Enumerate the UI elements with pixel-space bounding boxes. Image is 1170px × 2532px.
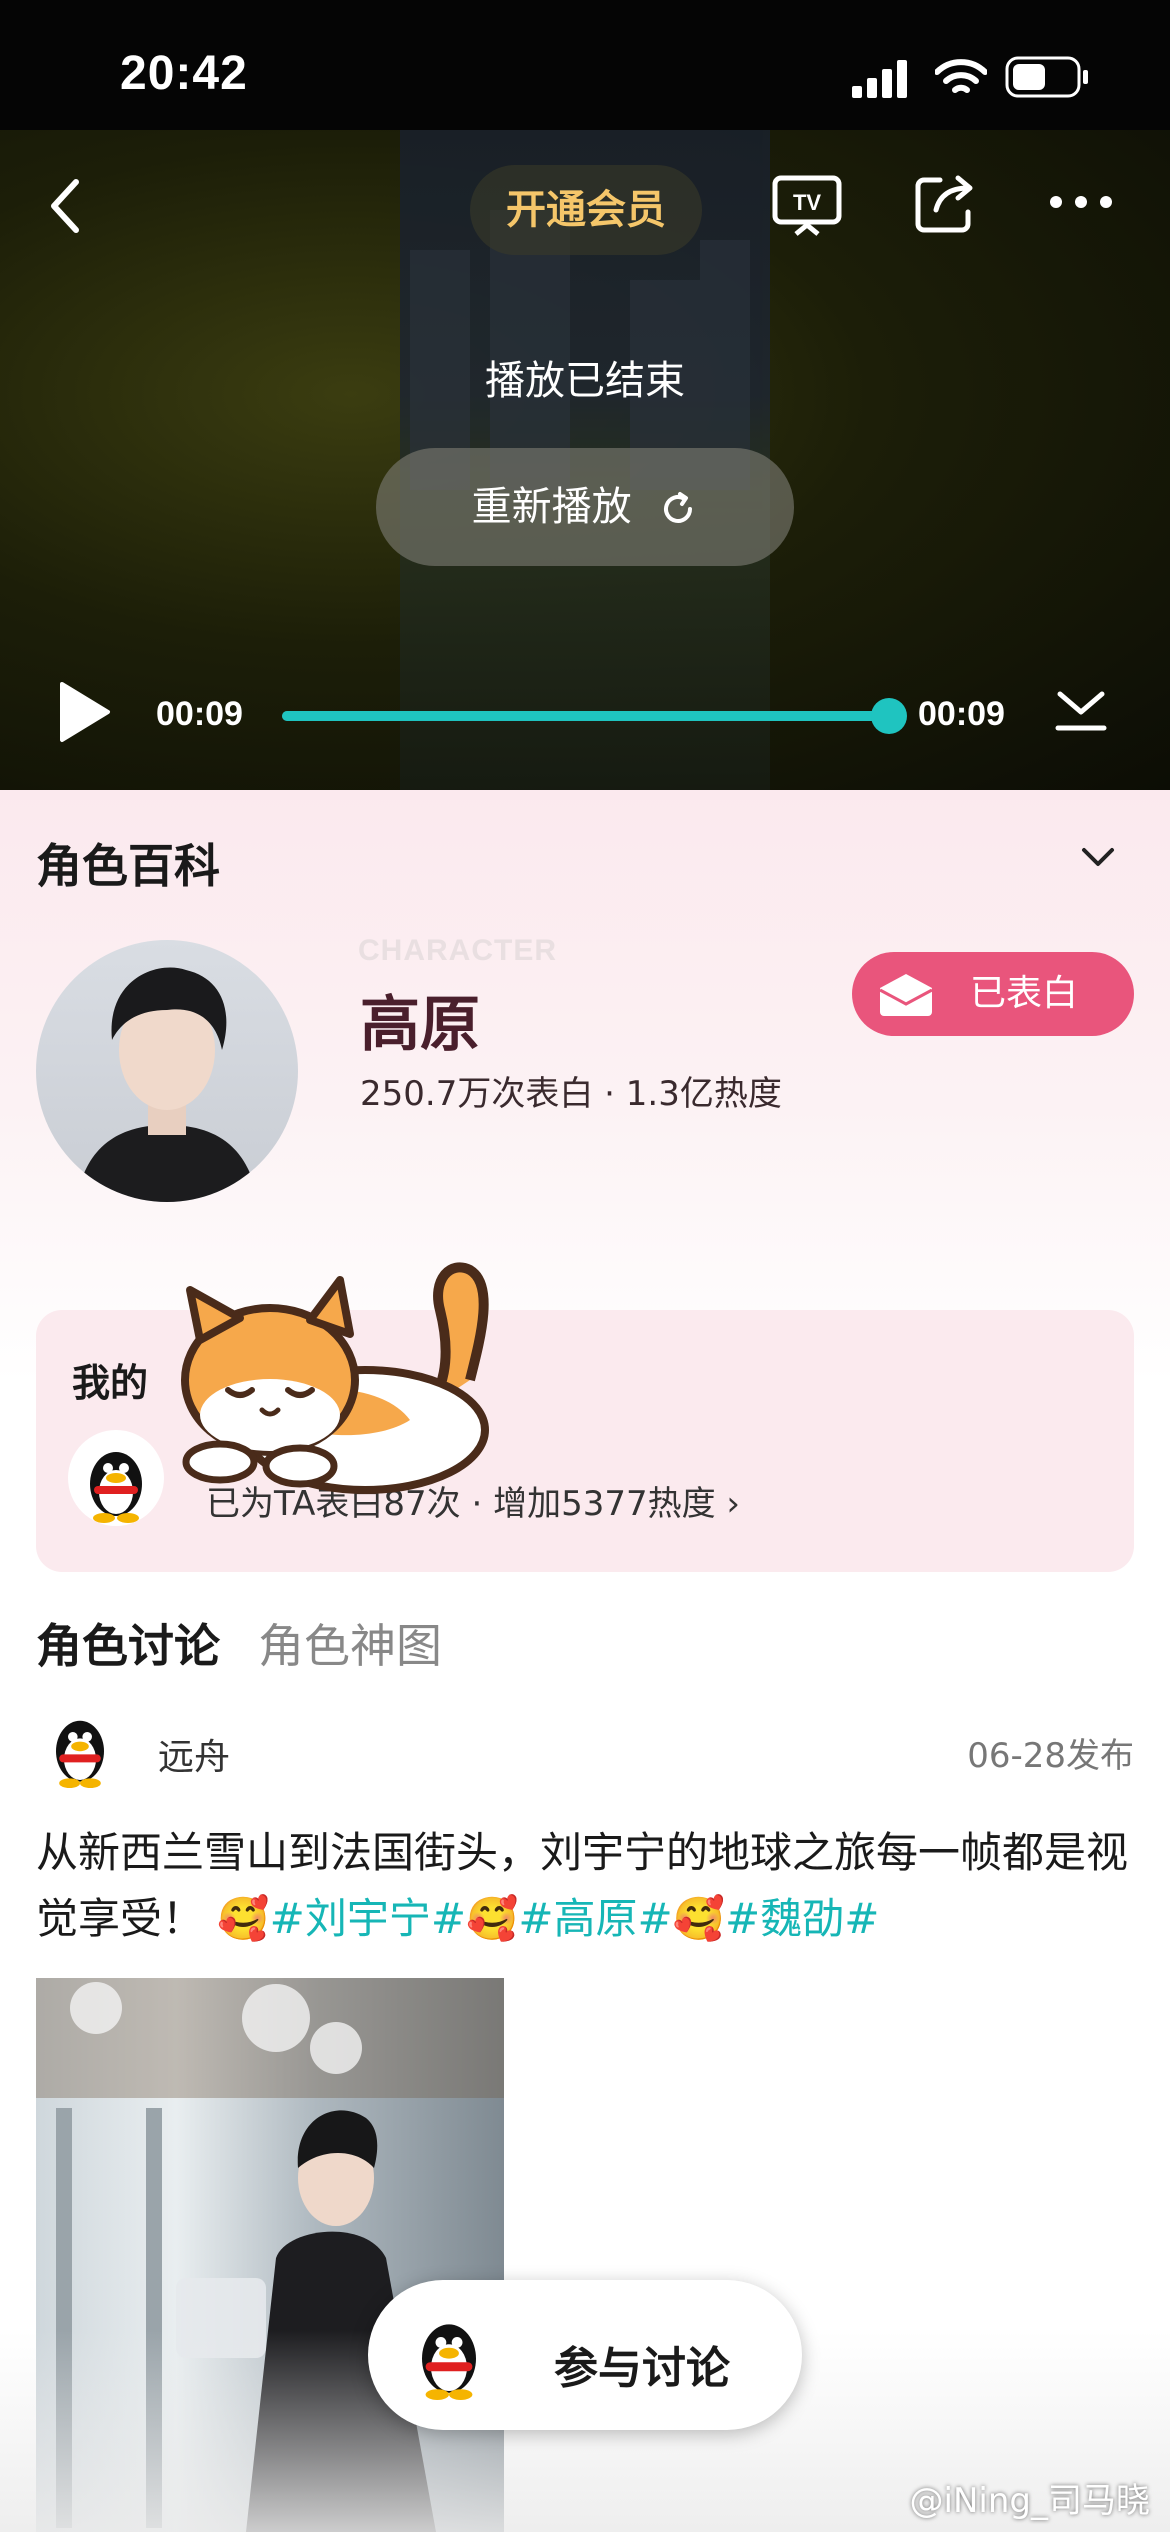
- character-tag: CHARACTER: [358, 934, 557, 967]
- replay-button[interactable]: 重新播放: [376, 448, 794, 566]
- svg-text:TV: TV: [793, 190, 821, 215]
- post-text[interactable]: 从新西兰雪山到法国街头，刘宇宁的地球之旅每一帧都是视觉享受！ 🥰#刘宇宁#🥰#高…: [36, 1820, 1136, 1952]
- share-icon[interactable]: [910, 166, 982, 238]
- collapse-down-icon[interactable]: [1054, 686, 1108, 736]
- cat-sticker: [181, 1262, 489, 1494]
- emoji: 🥰: [466, 1894, 519, 1943]
- back-icon[interactable]: [44, 174, 88, 238]
- confess-button[interactable]: 已表白: [852, 952, 1134, 1036]
- duration: 00:09: [918, 695, 1005, 733]
- cellular-signal-icon: [852, 60, 907, 98]
- join-discussion-button[interactable]: 参与讨论: [368, 2280, 802, 2430]
- my-card-title: 我的: [72, 1361, 149, 1405]
- progress-fill: [282, 711, 889, 721]
- progress-knob[interactable]: [871, 698, 907, 734]
- qq-penguin-icon: [422, 2324, 476, 2400]
- status-bar: 20:42: [0, 0, 1170, 130]
- replay-label: 重新播放: [471, 484, 632, 530]
- section-title: 角色百科: [36, 839, 220, 893]
- emoji: 🥰: [672, 1894, 726, 1943]
- current-time: 00:09: [156, 695, 243, 733]
- video-player[interactable]: 开通会员 TV 播放已结束 重新播放 00:09 00:09: [0, 130, 1170, 790]
- character-page: 角色百科 CHARACTER 高原 250.7万次表白 · 1.3亿热度 已表白…: [0, 790, 1170, 2532]
- character-stats: 250.7万次表白 · 1.3亿热度: [360, 1074, 782, 1114]
- hashtag-link[interactable]: #魏劭#: [725, 1894, 879, 1943]
- post-time: 06-28发布: [967, 1736, 1134, 1776]
- status-time: 20:42: [120, 47, 248, 100]
- wifi-icon: [935, 59, 987, 93]
- battery-icon: [1005, 56, 1088, 98]
- hashtag-link[interactable]: #高原#: [518, 1894, 672, 1943]
- emoji: 🥰: [217, 1894, 270, 1943]
- chevron-down-icon[interactable]: [1078, 842, 1118, 872]
- tab-gallery[interactable]: 角色神图: [258, 1610, 442, 1676]
- tv-cast-icon[interactable]: TV: [770, 168, 844, 242]
- join-discussion-label: 参与讨论: [554, 2343, 730, 2394]
- watermark: @iNing_司马晓: [909, 2481, 1150, 2521]
- character-name: 高原: [360, 990, 480, 1060]
- progress-track[interactable]: [282, 698, 907, 734]
- playback-ended-text: 播放已结束: [485, 358, 685, 404]
- play-icon[interactable]: [56, 680, 112, 744]
- vip-button[interactable]: 开通会员: [470, 165, 702, 255]
- character-avatar[interactable]: [36, 940, 298, 1202]
- chevron-right-icon: ›: [726, 1484, 741, 1524]
- more-options-icon[interactable]: [1048, 182, 1114, 222]
- refresh-icon: [664, 492, 693, 523]
- tab-discussion[interactable]: 角色讨论: [36, 1610, 220, 1676]
- envelope-icon: [879, 974, 933, 1016]
- confess-label: 已表白: [970, 973, 1079, 1014]
- hashtag-link[interactable]: #刘宇宁#: [270, 1894, 466, 1943]
